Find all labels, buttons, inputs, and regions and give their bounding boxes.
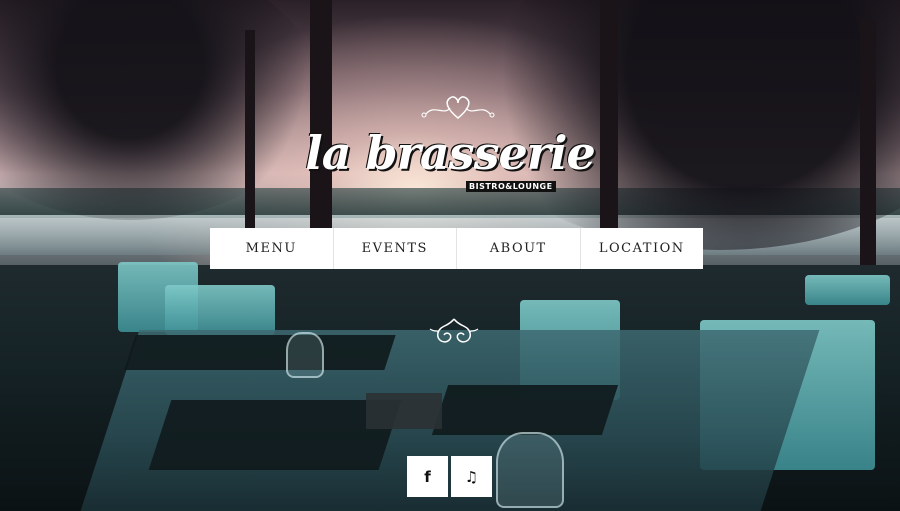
main-navigation: MENU EVENTS ABOUT LOCATION <box>210 228 703 269</box>
facebook-icon: f <box>424 467 431 486</box>
chair <box>165 285 275 335</box>
scroll-ornament-icon <box>429 318 479 343</box>
brand-logo[interactable]: la brasserie BISTRO&LOUNGE <box>300 92 600 202</box>
social-links: f ♫ <box>407 456 492 497</box>
placemat <box>148 400 402 470</box>
placemat <box>431 385 619 435</box>
tree-trunk <box>860 20 876 280</box>
brand-name: la brasserie <box>305 126 596 180</box>
heart-ornament-icon <box>421 96 495 119</box>
nav-item-about[interactable]: ABOUT <box>457 228 581 269</box>
placemat <box>124 335 396 370</box>
music-note-icon: ♫ <box>464 467 479 486</box>
nav-item-location[interactable]: LOCATION <box>581 228 704 269</box>
chair <box>805 275 890 305</box>
nav-item-menu[interactable]: MENU <box>210 228 334 269</box>
tree-canopy-left <box>0 0 320 220</box>
glass <box>286 332 324 378</box>
tree-trunk <box>245 30 255 230</box>
nav-item-events[interactable]: EVENTS <box>334 228 457 269</box>
brand-tagline: BISTRO&LOUNGE <box>466 181 556 192</box>
ashtray <box>366 393 442 429</box>
facebook-button[interactable]: f <box>407 456 448 497</box>
music-button[interactable]: ♫ <box>451 456 492 497</box>
glass <box>496 432 564 508</box>
